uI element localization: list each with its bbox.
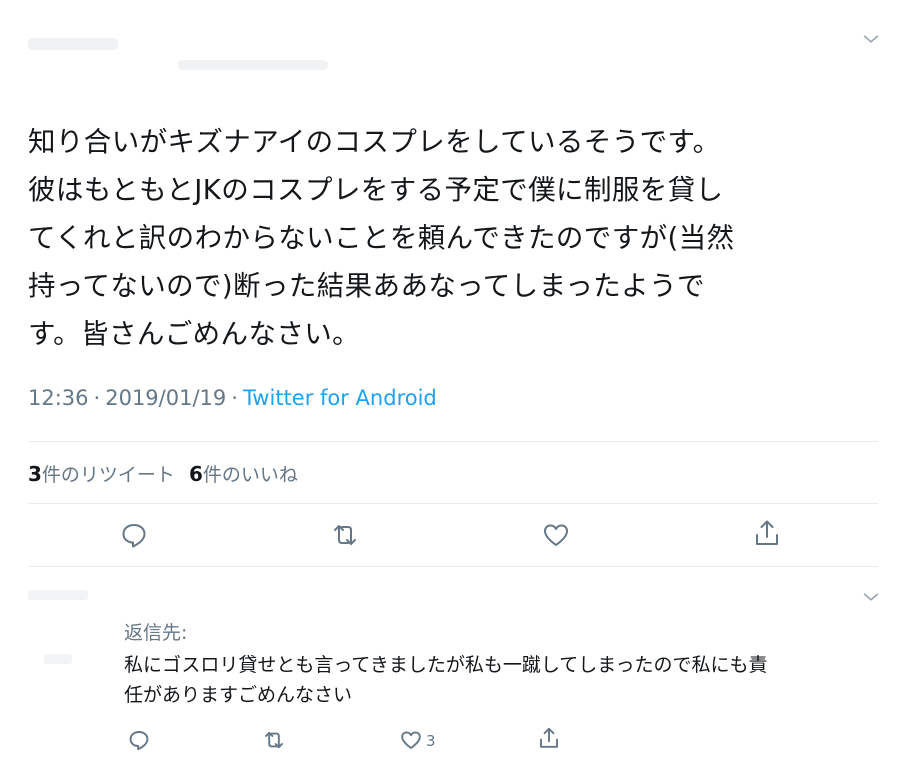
divider (28, 503, 878, 504)
retweets-stat[interactable]: 3件のリツイート (28, 462, 175, 486)
meta-separator: · (93, 386, 101, 410)
reply-text: 私にゴスロリ貸せとも言ってきましたが私も一蹴してしまったので私にも責 任がありま… (124, 654, 768, 706)
comment-icon[interactable] (119, 520, 149, 550)
reply-to-label: 返信先: (124, 622, 188, 644)
heart-icon[interactable] (541, 520, 571, 550)
chevron-down-icon[interactable] (860, 586, 882, 608)
retweets-count: 3 (28, 462, 42, 486)
divider (28, 441, 878, 442)
avatar (28, 590, 88, 600)
retweets-label: 件のリツイート (41, 464, 175, 486)
reply-like-count: 3 (426, 732, 436, 750)
tweet-date: 2019/01/19 (105, 386, 227, 410)
likes-label: 件のいいね (202, 464, 298, 486)
avatar (44, 654, 72, 664)
share-icon[interactable] (537, 726, 561, 750)
retweet-icon[interactable] (330, 520, 360, 550)
tweet-text: 知り合いがキズナアイのコスプレをしているそうです。 彼はもともとJKのコスプレを… (28, 126, 735, 350)
likes-stat[interactable]: 6件のいいね (188, 462, 298, 486)
meta-separator: · (231, 386, 238, 410)
likes-count: 6 (188, 462, 203, 486)
chevron-down-icon[interactable] (860, 28, 882, 50)
share-icon[interactable] (752, 518, 782, 548)
tweet-time: 12:36 (28, 386, 89, 410)
tweet-stats: 3件のリツイート 6件のいいね (28, 460, 298, 487)
tweet-source-link[interactable]: Twitter for Android (243, 386, 437, 410)
heart-icon[interactable] (399, 728, 423, 752)
retweet-icon[interactable] (262, 728, 286, 752)
divider (28, 566, 878, 567)
author-header (28, 30, 348, 74)
reply-tweet[interactable]: 返信先: 私にゴスロリ貸せとも言ってきましたが私も一蹴してしまったので私にも責 … (0, 572, 908, 768)
comment-icon[interactable] (127, 728, 151, 752)
tweet-meta: 12:36 · 2019/01/19 · Twitter for Android (28, 386, 437, 410)
